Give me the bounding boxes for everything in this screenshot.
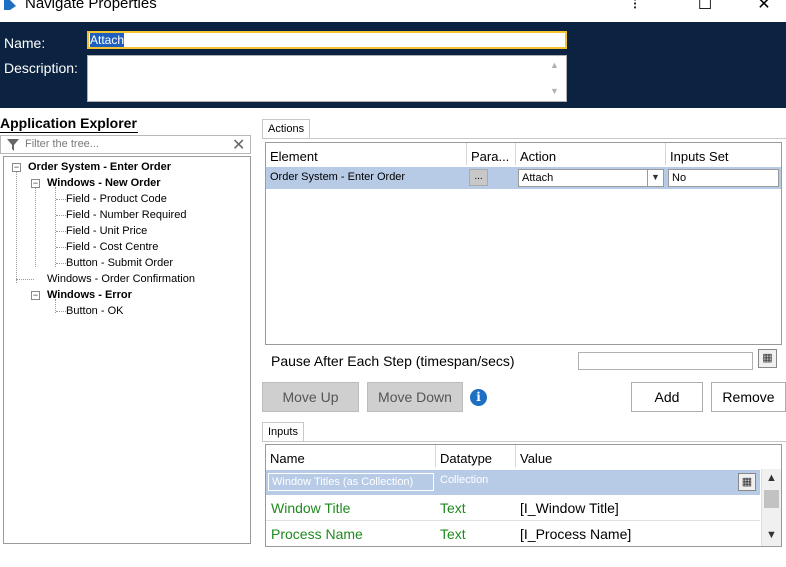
move-up-button[interactable]: Move Up	[262, 382, 359, 412]
cell-element: Order System - Enter Order	[270, 171, 406, 183]
action-dropdown[interactable]: Attach ▼	[518, 169, 664, 187]
tree-node-field-product-code[interactable]: Field - Product Code	[66, 193, 167, 205]
title-underline	[0, 132, 138, 133]
column-header-value[interactable]: Value	[516, 445, 760, 467]
name-label: Name:	[4, 35, 46, 51]
filter-placeholder: Filter the tree...	[25, 138, 99, 150]
scroll-down-icon[interactable]: ▼	[766, 529, 777, 541]
tree-node-field-number-required[interactable]: Field - Number Required	[66, 209, 186, 221]
collapse-toggle-icon[interactable]: −	[12, 163, 21, 172]
tree-connector	[56, 247, 66, 248]
inputs-scrollbar[interactable]: ▲ ▼	[761, 469, 781, 546]
application-explorer-title: Application Explorer	[0, 115, 137, 131]
tree-connector	[56, 263, 66, 264]
maximize-button[interactable]: ☐	[690, 0, 720, 14]
collapse-toggle-icon[interactable]: −	[31, 179, 40, 188]
tree-node-order-system[interactable]: Order System - Enter Order	[28, 161, 171, 173]
tab-actions[interactable]: Actions	[262, 119, 311, 138]
input-datatype-cell: Text	[440, 500, 466, 516]
tree-connector	[35, 187, 36, 267]
inputs-set-value: No	[672, 172, 687, 184]
input-value-cell[interactable]: [I_Process Name]	[520, 526, 631, 542]
input-name-cell: Process Name	[271, 526, 363, 542]
table-row[interactable]: Window Titles (as Collection) Collection…	[266, 470, 760, 495]
pause-label: Pause After Each Step (timespan/secs)	[271, 353, 515, 369]
tree-node-field-cost-centre[interactable]: Field - Cost Centre	[66, 241, 158, 253]
name-value: Attach	[90, 33, 125, 47]
minimize-button[interactable]: ⁝	[620, 0, 650, 14]
tree-connector	[56, 199, 66, 200]
scrollbar-thumb[interactable]	[764, 490, 779, 508]
params-button[interactable]: ...	[469, 169, 488, 186]
input-value-cell[interactable]: [I_Window Title]	[520, 500, 619, 516]
column-header-name[interactable]: Name	[266, 445, 436, 467]
column-header-datatype[interactable]: Datatype	[436, 445, 516, 467]
tree-connector	[16, 279, 34, 280]
inputs-set-field[interactable]: No	[668, 169, 779, 187]
app-logo-icon	[4, 0, 16, 10]
tree-node-field-unit-price[interactable]: Field - Unit Price	[66, 225, 147, 237]
scroll-down-icon[interactable]: ▼	[550, 86, 560, 96]
remove-button[interactable]: Remove	[711, 382, 786, 412]
tree-node-button-ok[interactable]: Button - OK	[66, 305, 123, 317]
tree-connector	[56, 311, 66, 312]
input-name-cell: Window Titles (as Collection)	[268, 473, 434, 491]
filter-input[interactable]: Filter the tree... ✕	[0, 135, 251, 154]
tree-node-windows-order-confirmation[interactable]: Windows - Order Confirmation	[47, 273, 195, 285]
column-header-inputs-set[interactable]: Inputs Set	[666, 143, 781, 165]
scroll-up-icon[interactable]: ▲	[766, 472, 777, 484]
tree-connector	[56, 215, 66, 216]
title-bar: Navigate Properties ⁝ ☐ ✕	[0, 0, 786, 22]
clear-filter-icon[interactable]: ✕	[232, 135, 245, 155]
input-name-cell: Window Title	[271, 500, 351, 516]
add-button[interactable]: Add	[631, 382, 703, 412]
actions-grid: Element Para... Action Inputs Set Order …	[265, 142, 782, 345]
calculator-icon[interactable]: ▦	[738, 473, 756, 491]
description-input[interactable]: ▲ ▼	[87, 55, 567, 102]
application-tree[interactable]: − Order System - Enter Order − Windows -…	[3, 156, 251, 544]
table-row[interactable]: Process Name Text [I_Process Name]	[266, 521, 760, 546]
tree-node-windows-new-order[interactable]: Windows - New Order	[47, 177, 161, 189]
action-value: Attach	[522, 172, 554, 184]
column-header-params[interactable]: Para...	[467, 143, 516, 165]
tree-node-button-submit-order[interactable]: Button - Submit Order	[66, 257, 173, 269]
tree-node-windows-error[interactable]: Windows - Error	[47, 289, 132, 301]
inputs-grid: Name Datatype Value Window Titles (as Co…	[265, 444, 782, 547]
input-datatype-cell: Collection	[440, 474, 489, 486]
tree-connector	[16, 171, 17, 283]
collapse-toggle-icon[interactable]: −	[31, 291, 40, 300]
input-datatype-cell: Text	[440, 526, 466, 542]
filter-icon	[7, 139, 19, 151]
description-label: Description:	[4, 60, 78, 76]
pause-input[interactable]	[578, 352, 753, 370]
info-icon[interactable]: i	[470, 389, 487, 406]
window-title: Navigate Properties	[25, 0, 157, 12]
tree-connector	[56, 231, 66, 232]
close-button[interactable]: ✕	[749, 0, 779, 14]
column-header-element[interactable]: Element	[266, 143, 467, 165]
chevron-down-icon[interactable]: ▼	[647, 170, 663, 186]
move-down-button[interactable]: Move Down	[367, 382, 463, 412]
table-row[interactable]: Order System - Enter Order ... Attach ▼ …	[266, 167, 781, 189]
column-header-action[interactable]: Action	[516, 143, 666, 165]
name-input[interactable]: Attach	[87, 31, 567, 49]
calculator-icon[interactable]: ▦	[758, 349, 777, 368]
table-row[interactable]: Window Title Text [I_Window Title]	[266, 495, 760, 521]
tab-inputs[interactable]: Inputs	[262, 422, 304, 441]
scroll-up-icon[interactable]: ▲	[550, 60, 560, 70]
